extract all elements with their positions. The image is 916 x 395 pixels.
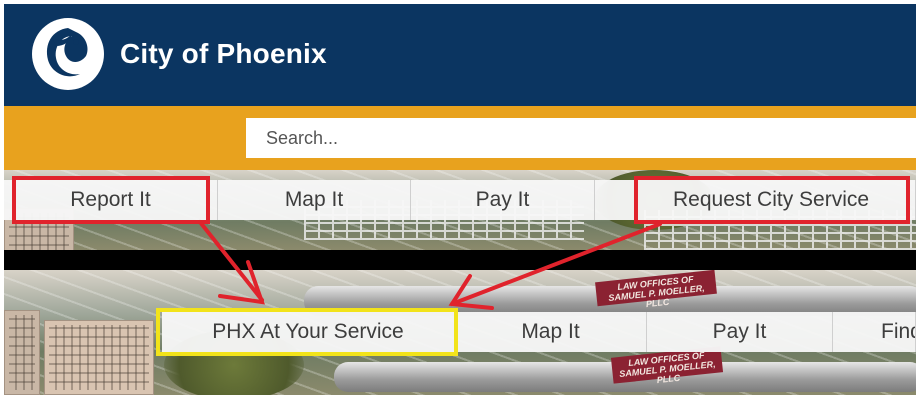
arrow-right-icon (450, 222, 662, 306)
arrow-left-icon (198, 220, 264, 302)
arrowhead-left-icon (218, 260, 265, 305)
annotation-arrows (198, 220, 662, 310)
